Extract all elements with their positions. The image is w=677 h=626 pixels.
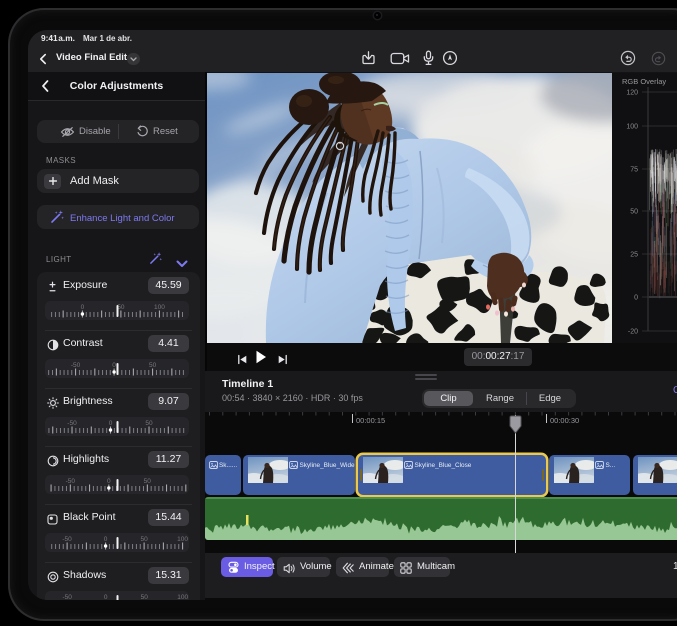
svg-text:50: 50 bbox=[140, 536, 148, 543]
svg-text:-50: -50 bbox=[66, 478, 76, 485]
svg-text:-50: -50 bbox=[62, 594, 72, 600]
svg-text:100: 100 bbox=[154, 304, 165, 311]
svg-text:0: 0 bbox=[109, 420, 113, 427]
svg-text:50: 50 bbox=[149, 362, 157, 369]
svg-text:50: 50 bbox=[141, 594, 149, 600]
svg-text:100: 100 bbox=[177, 536, 188, 543]
svg-text:100: 100 bbox=[177, 594, 188, 600]
svg-text:50: 50 bbox=[630, 209, 638, 216]
svg-text:0: 0 bbox=[634, 295, 638, 302]
svg-text:0: 0 bbox=[81, 304, 85, 311]
svg-text:-50: -50 bbox=[67, 420, 77, 427]
svg-text:0: 0 bbox=[104, 594, 108, 600]
svg-text:-50: -50 bbox=[71, 362, 81, 369]
svg-text:75: 75 bbox=[630, 167, 638, 174]
svg-text:25: 25 bbox=[630, 252, 638, 259]
svg-text:-20: -20 bbox=[628, 329, 638, 336]
svg-text:-50: -50 bbox=[62, 536, 72, 543]
svg-text:50: 50 bbox=[145, 420, 153, 427]
svg-text:0: 0 bbox=[112, 362, 116, 369]
svg-text:120: 120 bbox=[626, 90, 638, 97]
svg-text:0: 0 bbox=[107, 478, 111, 485]
svg-text:0: 0 bbox=[104, 536, 108, 543]
svg-text:100: 100 bbox=[626, 124, 638, 131]
svg-text:50: 50 bbox=[144, 478, 152, 485]
